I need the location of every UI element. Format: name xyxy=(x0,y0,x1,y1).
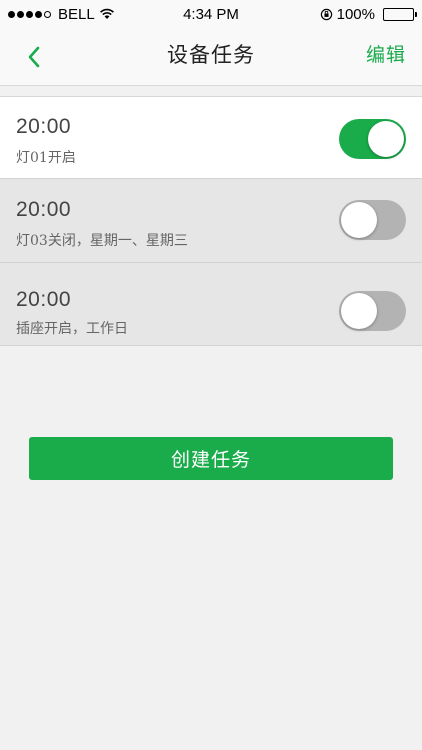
task-row[interactable]: 20:00 灯01开启 xyxy=(0,96,422,179)
task-row[interactable]: 20:00 灯03关闭，星期一、星期三 xyxy=(0,179,422,263)
task-time: 20:00 xyxy=(16,115,72,138)
page-title: 设备任务 xyxy=(167,43,255,67)
task-toggle[interactable] xyxy=(339,291,406,331)
task-description: 插座开启，工作日 xyxy=(16,321,128,337)
task-description: 灯01开启 xyxy=(16,150,76,166)
orientation-lock-icon xyxy=(320,8,332,20)
task-list: 20:00 灯01开启 20:00 灯03关闭，星期一、星期三 20:00 插座… xyxy=(0,96,422,346)
task-row[interactable]: 20:00 插座开启，工作日 xyxy=(0,263,422,346)
battery-icon xyxy=(383,7,417,21)
carrier-label: BELL xyxy=(58,5,95,23)
task-description: 灯03关闭，星期一、星期三 xyxy=(16,233,188,249)
task-toggle[interactable] xyxy=(339,119,406,159)
navigation-bar: 设备任务 编辑 xyxy=(0,28,422,86)
task-time: 20:00 xyxy=(16,198,72,221)
create-task-button[interactable]: 创建任务 xyxy=(29,437,393,480)
task-time: 20:00 xyxy=(16,288,72,311)
battery-percent: 100% xyxy=(336,5,375,23)
edit-button[interactable]: 编辑 xyxy=(366,28,406,86)
wifi-icon xyxy=(99,8,114,19)
task-toggle[interactable] xyxy=(339,200,406,240)
signal-dots-icon xyxy=(8,10,51,18)
status-bar: BELL 4:34 PM 100% xyxy=(0,0,422,28)
